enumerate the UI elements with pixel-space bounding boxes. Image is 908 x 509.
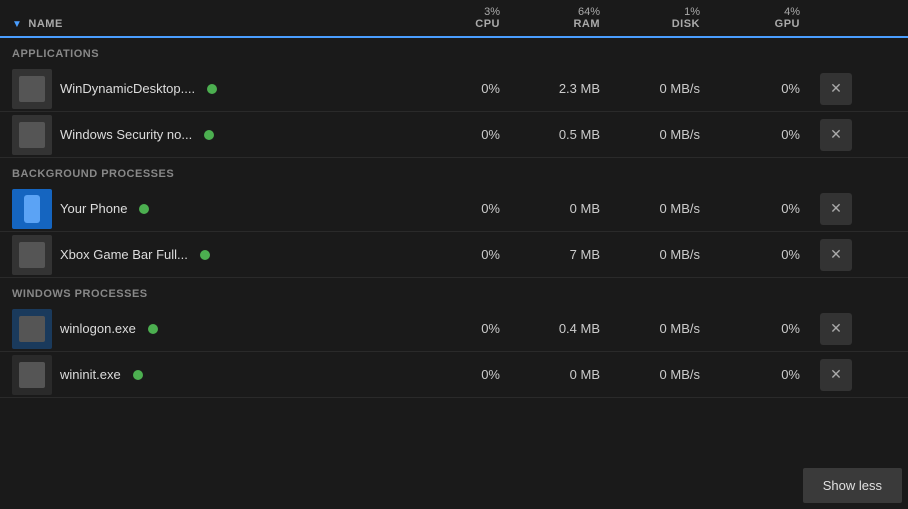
process-name: winlogon.exe [60, 321, 136, 336]
disk-pct: 1% [620, 6, 700, 18]
process-name: WinDynamicDesktop.... [60, 81, 195, 96]
header: ▼ NAME 3% CPU 64% RAM 1% DISK 4% GPU [0, 0, 908, 38]
kill-process-button[interactable]: ✕ [820, 313, 852, 345]
name-cell: Windows Security no... [0, 115, 420, 155]
status-dot [204, 130, 214, 140]
gpu-cell: 0% [720, 367, 820, 382]
section-0: APPLICATIONSWinDynamicDesktop....0%2.3 M… [0, 38, 908, 158]
status-dot [139, 204, 149, 214]
ram-cell: 0.4 MB [520, 321, 620, 336]
kill-process-button[interactable]: ✕ [820, 119, 852, 151]
name-cell: Your Phone [0, 189, 420, 229]
ram-header: 64% RAM [520, 6, 620, 30]
disk-cell: 0 MB/s [620, 127, 720, 142]
name-cell: WinDynamicDesktop.... [0, 69, 420, 109]
ram-cell: 7 MB [520, 247, 620, 262]
disk-cell: 0 MB/s [620, 81, 720, 96]
kill-process-button[interactable]: ✕ [820, 239, 852, 271]
process-name: Xbox Game Bar Full... [60, 247, 188, 262]
status-dot [148, 324, 158, 334]
gpu-cell: 0% [720, 321, 820, 336]
table-row: winlogon.exe0%0.4 MB0 MB/s0%✕ [0, 306, 908, 352]
cpu-cell: 0% [420, 201, 520, 216]
cpu-cell: 0% [420, 367, 520, 382]
disk-cell: 0 MB/s [620, 201, 720, 216]
table-row: wininit.exe0%0 MB0 MB/s0%✕ [0, 352, 908, 398]
name-cell: Xbox Game Bar Full... [0, 235, 420, 275]
cpu-label: CPU [420, 18, 500, 30]
app-icon [12, 115, 52, 155]
cpu-cell: 0% [420, 81, 520, 96]
table-row: WinDynamicDesktop....0%2.3 MB0 MB/s0%✕ [0, 66, 908, 112]
cpu-pct: 3% [420, 6, 500, 18]
ram-cell: 2.3 MB [520, 81, 620, 96]
app-icon [12, 69, 52, 109]
ram-cell: 0 MB [520, 201, 620, 216]
disk-cell: 0 MB/s [620, 367, 720, 382]
gpu-cell: 0% [720, 247, 820, 262]
disk-cell: 0 MB/s [620, 247, 720, 262]
process-name: Your Phone [60, 201, 127, 216]
cpu-cell: 0% [420, 321, 520, 336]
dropdown-arrow-icon[interactable]: ▼ [12, 19, 22, 30]
name-cell: winlogon.exe [0, 309, 420, 349]
status-dot [133, 370, 143, 380]
ram-cell: 0.5 MB [520, 127, 620, 142]
show-less-button[interactable]: Show less [803, 468, 902, 503]
gpu-label: GPU [720, 18, 800, 30]
section-2: WINDOWS PROCESSESwinlogon.exe0%0.4 MB0 M… [0, 278, 908, 398]
cpu-cell: 0% [420, 247, 520, 262]
section-label-1: BACKGROUND PROCESSES [0, 158, 908, 186]
disk-cell: 0 MB/s [620, 321, 720, 336]
gpu-pct: 4% [720, 6, 800, 18]
kill-process-button[interactable]: ✕ [820, 193, 852, 225]
header-name-col: ▼ NAME [0, 18, 420, 30]
table-row: Windows Security no...0%0.5 MB0 MB/s0%✕ [0, 112, 908, 158]
section-1: BACKGROUND PROCESSESYour Phone0%0 MB0 MB… [0, 158, 908, 278]
ram-cell: 0 MB [520, 367, 620, 382]
gpu-cell: 0% [720, 127, 820, 142]
table-row: Xbox Game Bar Full...0%7 MB0 MB/s0%✕ [0, 232, 908, 278]
name-cell: wininit.exe [0, 355, 420, 395]
disk-label: DISK [620, 18, 700, 30]
section-label-2: WINDOWS PROCESSES [0, 278, 908, 306]
section-label-0: APPLICATIONS [0, 38, 908, 66]
kill-process-button[interactable]: ✕ [820, 359, 852, 391]
app-icon [12, 189, 52, 229]
sections-container: APPLICATIONSWinDynamicDesktop....0%2.3 M… [0, 38, 908, 398]
cpu-cell: 0% [420, 127, 520, 142]
process-name: wininit.exe [60, 367, 121, 382]
app-icon [12, 355, 52, 395]
gpu-cell: 0% [720, 81, 820, 96]
ram-label: RAM [520, 18, 600, 30]
name-column-label: NAME [28, 18, 62, 30]
cpu-header: 3% CPU [420, 6, 520, 30]
app-icon [12, 309, 52, 349]
table-row: Your Phone0%0 MB0 MB/s0%✕ [0, 186, 908, 232]
ram-pct: 64% [520, 6, 600, 18]
kill-process-button[interactable]: ✕ [820, 73, 852, 105]
disk-header: 1% DISK [620, 6, 720, 30]
gpu-cell: 0% [720, 201, 820, 216]
gpu-header: 4% GPU [720, 6, 820, 30]
status-dot [207, 84, 217, 94]
status-dot [200, 250, 210, 260]
app-icon [12, 235, 52, 275]
process-name: Windows Security no... [60, 127, 192, 142]
